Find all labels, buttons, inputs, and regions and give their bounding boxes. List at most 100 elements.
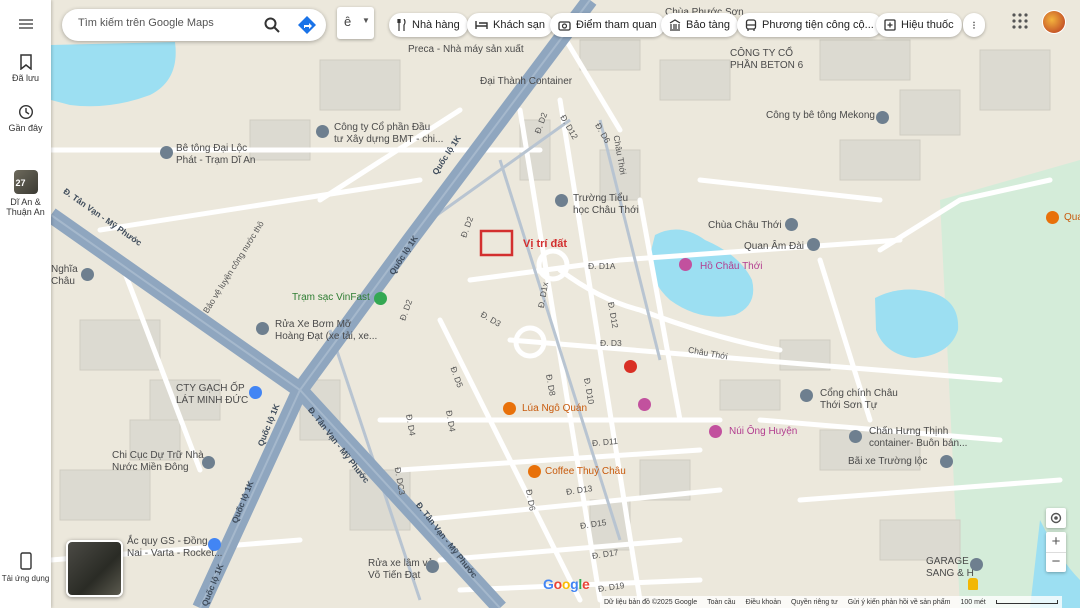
place-rua-xe-vo-tien-dat[interactable]: Rửa xe lâm vỏ Võ Tiến Đạt (368, 558, 433, 582)
coffee-pin-icon[interactable] (528, 465, 541, 478)
place-quan-am-dai[interactable]: Quan Âm Đài (744, 241, 804, 253)
shop-pin-icon[interactable] (249, 386, 262, 399)
temple-pin-icon[interactable] (800, 389, 813, 402)
layers-toggle-thumbnail[interactable] (66, 540, 123, 597)
menu-button[interactable] (0, 18, 51, 33)
place-dai-thanh[interactable]: Đại Thành Container (480, 76, 572, 88)
search-box (62, 9, 326, 41)
bookmark-icon (19, 54, 32, 70)
chip-attractions[interactable]: Điểm tham quan (550, 13, 665, 37)
chip-museums[interactable]: Bảo tàng (661, 13, 739, 37)
poi-pin-icon[interactable] (316, 125, 329, 138)
chip-transit[interactable]: Phương tiện công cộ... (737, 13, 882, 37)
recent-button[interactable]: Gần đây (0, 104, 51, 133)
scale-label[interactable]: 100 mét (960, 599, 985, 606)
recent-place-thumbnail: 27 (13, 170, 38, 194)
place-chua-chau-thoi[interactable]: Chùa Châu Thới (708, 220, 782, 232)
poi-pin-icon[interactable] (940, 455, 953, 468)
place-be-tong-dai-loc[interactable]: Bê tông Đại Lộc Phát - Trạm Dĩ An (176, 143, 255, 167)
fork-knife-icon (397, 19, 406, 31)
chevron-down-icon: ▼ (362, 16, 370, 25)
temple-pin-icon[interactable] (785, 218, 798, 231)
saved-button[interactable]: Đã lưu (0, 54, 51, 83)
place-truong-tieu-hoc[interactable]: Trường Tiểu học Châu Thới (573, 193, 639, 217)
chip-pharmacy-label: Hiệu thuốc (901, 19, 954, 31)
school-pin-icon[interactable] (555, 194, 568, 207)
footer-link-terms[interactable]: Điều khoản (746, 599, 781, 606)
search-icon[interactable] (262, 15, 282, 35)
layer-dropdown[interactable]: ȇ ▼ (337, 7, 374, 39)
poi-pin-icon[interactable] (970, 558, 983, 571)
footer-link-global[interactable]: Toàn cầu (707, 599, 735, 606)
chip-attractions-label: Điểm tham quan (576, 19, 657, 31)
poi-pin-icon[interactable] (81, 268, 94, 281)
footer-link-feedback[interactable]: Gửi ý kiến phản hồi về sản phẩm (848, 599, 951, 606)
my-location-button[interactable] (1046, 508, 1066, 528)
menu-icon (18, 19, 33, 29)
footer-link-privacy[interactable]: Quyền riêng tư (791, 599, 838, 606)
place-ho-chau-thoi[interactable]: Hồ Châu Thới (700, 261, 763, 273)
avatar[interactable] (1043, 11, 1065, 33)
poi-pin-icon[interactable] (876, 111, 889, 124)
map-footer: Dữ liệu bản đồ ©2025 Google Toàn cầu Điề… (600, 596, 1062, 608)
place-mekong[interactable]: Công ty bê tông Mekong (766, 110, 875, 122)
zoom-out-button[interactable]: − (1046, 552, 1066, 573)
place-tram-sac[interactable]: Trạm sạc VinFast (292, 292, 370, 304)
get-app-button[interactable]: Tải ứng dụng (0, 552, 51, 583)
recent-place-badge: 27 (15, 178, 26, 188)
chip-restaurants[interactable]: Nhà hàng (389, 13, 468, 37)
poi-pin-icon[interactable] (849, 430, 862, 443)
directions-icon[interactable] (297, 15, 317, 35)
apps-button[interactable] (1011, 12, 1029, 30)
apps-grid-icon (1012, 13, 1028, 29)
layer-icon: ȇ (344, 14, 352, 29)
road-label-d1a: Đ. D1A (588, 261, 616, 271)
poi-pin-icon[interactable] (160, 146, 173, 159)
place-chan-hung-thinh[interactable]: Chấn Hưng Thịnh container- Buôn bán... (869, 426, 967, 450)
zoom-control: + − (1046, 532, 1066, 572)
museum-icon (669, 19, 681, 31)
temple-pin-icon[interactable] (807, 238, 820, 251)
search-input[interactable] (76, 16, 260, 30)
scale-bar (995, 600, 1058, 604)
place-quan-partial[interactable]: Qua (1064, 212, 1080, 224)
place-cty-gach[interactable]: CTY GẠCH ỐP LÁT MINH ĐỨC (176, 383, 248, 407)
chip-restaurants-label: Nhà hàng (412, 19, 460, 31)
chip-pharmacy[interactable]: Hiệu thuốc (876, 13, 962, 37)
zoom-in-button[interactable]: + (1046, 532, 1066, 552)
hospital-pin-icon[interactable] (624, 360, 637, 373)
shop-pin-icon[interactable] (208, 538, 221, 551)
poi-pin-icon[interactable] (426, 560, 439, 573)
shopping-pin-icon[interactable] (638, 398, 651, 411)
pegman-icon[interactable] (968, 578, 978, 590)
place-garage[interactable]: GARAGE SANG & H (926, 556, 974, 580)
place-cong-chinh[interactable]: Cổng chính Châu Thới Sơn Tự (820, 388, 898, 412)
place-coffee[interactable]: Coffee Thuỷ Châu (545, 466, 626, 478)
place-nui-ong-huyen[interactable]: Núi Ông Huyện (729, 426, 797, 438)
ev-charging-pin-icon[interactable] (374, 292, 387, 305)
food-pin-icon[interactable] (1046, 211, 1059, 224)
chip-hotels[interactable]: Khách sạn (467, 13, 553, 37)
place-cong-ty-dau-tu[interactable]: Công ty Cổ phần Đầu tư Xây dựng BMT - ch… (334, 122, 443, 146)
food-pin-icon[interactable] (503, 402, 516, 415)
poi-pin-icon[interactable] (202, 456, 215, 469)
camera-pin-icon[interactable] (679, 258, 692, 271)
chip-more[interactable]: ⁝ (963, 13, 985, 37)
recent-place-item[interactable]: 27 Dĩ An & Thuận An (0, 170, 51, 217)
road-label-d3: Đ. D3 (600, 338, 622, 348)
saved-label: Đã lưu (11, 73, 40, 83)
mountain-pin-icon[interactable] (709, 425, 722, 438)
place-rua-xe-hoang-dat[interactable]: Rửa Xe Bơm Mỡ Hoàng Đạt (xe tải, xe... (275, 319, 377, 343)
pharmacy-icon (884, 19, 896, 31)
place-bai-xe[interactable]: Bãi xe Trường lộc (848, 456, 927, 468)
place-nghia-chau[interactable]: Nghĩa Châu (51, 264, 78, 288)
my-location-icon (1050, 512, 1062, 524)
poi-pin-icon[interactable] (256, 322, 269, 335)
google-logo: Google (543, 576, 590, 592)
place-chi-cuc[interactable]: Chi Cục Dự Trữ Nhà Nước Miền Đông (112, 450, 204, 474)
place-preca[interactable]: Preca - Nhà máy sản xuất (408, 44, 524, 56)
place-lua-ngo-quan[interactable]: Lúa Ngô Quán (522, 403, 587, 415)
land-location-label[interactable]: Vị trí đất (523, 238, 567, 250)
get-app-label: Tải ứng dụng (1, 574, 50, 583)
place-beton6[interactable]: CÔNG TY CỔ PHẦN BETON 6 (730, 48, 803, 72)
